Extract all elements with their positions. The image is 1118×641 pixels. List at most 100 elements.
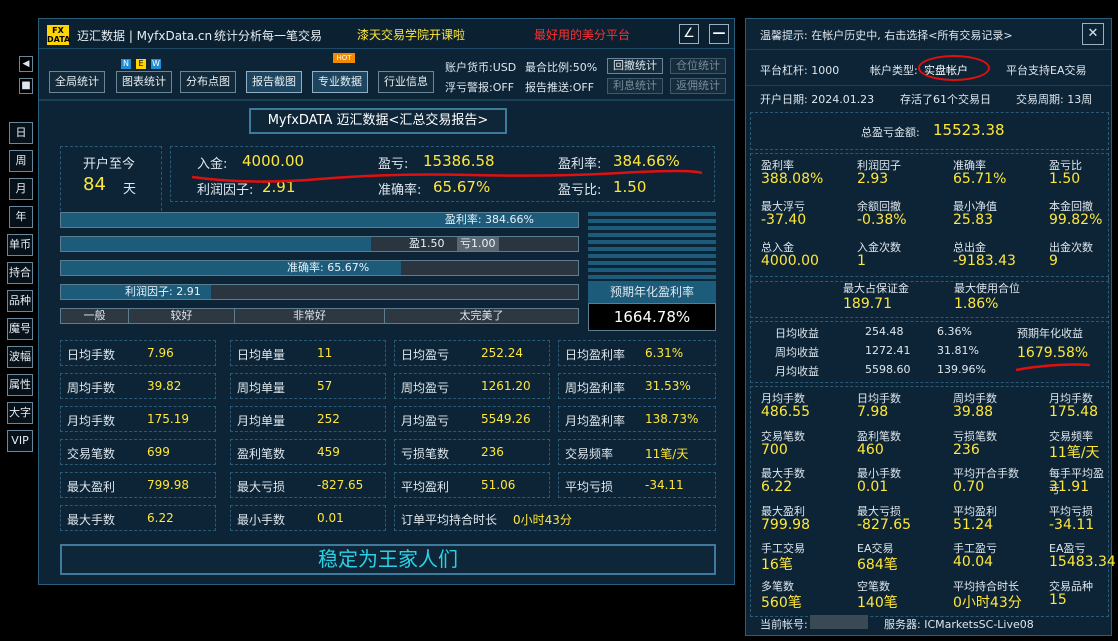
return-bar: 盈利率: 384.66% bbox=[60, 212, 579, 228]
annual-return-label: 预期年化盈利率 bbox=[588, 281, 716, 303]
nav-day[interactable]: 日 bbox=[9, 122, 33, 144]
avg-return-cell: 6.36% bbox=[937, 325, 972, 338]
report-push[interactable]: 报告推送:OFF bbox=[525, 79, 594, 95]
avg-return-cell: 5598.60 bbox=[865, 363, 911, 376]
nav-year[interactable]: 年 bbox=[9, 206, 33, 228]
right-stat-value: 460 bbox=[857, 441, 884, 458]
title-bar: FX DATA 迈汇数据 | MyfxData.cn 统计分析每一笔交易 漆天交易… bbox=[39, 19, 734, 49]
nav-attribute[interactable]: 属性 bbox=[7, 374, 33, 396]
stat-value: 31.53% bbox=[645, 379, 691, 393]
average-returns-section: 日均收益 254.48 6.36% 周均收益 1272.41 31.81% 月均收益 5598… bbox=[750, 321, 1109, 383]
current-account-label: 当前帐号: bbox=[760, 618, 808, 631]
right-stat-value: 560笔 bbox=[761, 594, 802, 611]
nav-symbol[interactable]: 单币 bbox=[7, 234, 33, 256]
stat-label: 月均手数 bbox=[67, 414, 116, 428]
avg-return-cell: 日均收益 bbox=[775, 327, 819, 340]
max-used-value: 1.86% bbox=[954, 296, 999, 312]
stat-value: -827.65 bbox=[317, 478, 364, 492]
trade-period: 交易周期: 13周 bbox=[1016, 93, 1093, 106]
chart-stats-button[interactable]: 图表统计 bbox=[116, 71, 172, 93]
right-stat-value: 236 bbox=[953, 441, 980, 458]
nav-magic[interactable]: 魔号 bbox=[7, 318, 33, 340]
since-open-label: 开户至今 bbox=[83, 157, 136, 172]
stat-label: 日均盈利率 bbox=[565, 348, 626, 362]
report-screenshot-button[interactable]: 报告截图 bbox=[246, 71, 302, 93]
stat-label: 最大手数 bbox=[67, 513, 116, 527]
stat-cell: 日均手数 7.96 bbox=[60, 340, 216, 366]
stat-value: -34.11 bbox=[645, 478, 684, 492]
since-open-box: 开户至今 84 天 bbox=[60, 146, 162, 216]
promo-platform-link[interactable]: 最好用的美分平台 bbox=[534, 26, 630, 43]
stat-value: 1261.20 bbox=[481, 379, 531, 393]
right-stat-value: 0小时43分 bbox=[953, 594, 1022, 611]
left-arrow-button[interactable]: ◀ bbox=[19, 56, 33, 72]
interest-stats-button[interactable]: 利息统计 bbox=[607, 78, 663, 94]
stat-label: 周均盈利率 bbox=[565, 381, 626, 395]
total-pl-value: 15523.38 bbox=[933, 121, 1005, 139]
right-stat-value: 16笔 bbox=[761, 557, 793, 573]
annual-return-label-right: 预期年化收益 bbox=[1017, 327, 1083, 340]
stat-label: 平均亏损 bbox=[565, 480, 614, 494]
stat-value: 57 bbox=[317, 379, 333, 393]
red-underline-right bbox=[1015, 363, 1091, 372]
nav-position[interactable]: 持合 bbox=[7, 262, 33, 284]
stat-cell: 周均手数 39.82 bbox=[60, 373, 216, 399]
right-stat-value: 39.88 bbox=[953, 404, 994, 420]
margin-label: 最大占保证金 bbox=[843, 282, 909, 295]
avg-return-cell: 139.96% bbox=[937, 363, 986, 376]
stat-value: 252.24 bbox=[481, 346, 523, 360]
red-circle-mark bbox=[918, 55, 990, 81]
distribution-button[interactable]: 分布点图 bbox=[180, 71, 236, 93]
float-alert[interactable]: 浮亏警报:OFF bbox=[445, 79, 514, 95]
right-stat-value: 7.98 bbox=[857, 404, 889, 420]
right-stat-value: -37.40 bbox=[761, 212, 807, 228]
open-date: 开户日期: 2024.01.23 bbox=[760, 93, 875, 106]
avg-return-cell: 31.81% bbox=[937, 344, 979, 357]
stored-days: 存活了61个交易日 bbox=[900, 93, 991, 106]
stat-value: 5549.26 bbox=[481, 412, 531, 426]
pf-bar: 利润因子: 2.91 bbox=[60, 284, 579, 300]
nav-week[interactable]: 周 bbox=[9, 150, 33, 172]
nav-bigfont[interactable]: 大字 bbox=[7, 402, 33, 424]
stat-label: 日均手数 bbox=[67, 348, 116, 362]
left-dot-button[interactable]: ■ bbox=[19, 78, 33, 94]
nav-month[interactable]: 月 bbox=[9, 178, 33, 200]
drawdown-stats-button[interactable]: 回撤统计 bbox=[607, 58, 663, 74]
stat-cell: 日均单量 11 bbox=[230, 340, 386, 366]
leverage: 平台杠杆: 1000 bbox=[760, 64, 840, 77]
right-stat-value: 51.24 bbox=[953, 516, 994, 533]
pro-data-button[interactable]: 专业数据 bbox=[312, 71, 368, 93]
industry-info-button[interactable]: 行业信息 bbox=[378, 71, 434, 93]
promo-academy-link[interactable]: 漆天交易学院开课啦 bbox=[357, 26, 465, 43]
loss-text: 亏1.00 bbox=[457, 237, 499, 251]
days-count: 84 bbox=[83, 174, 106, 195]
ea-support: 平台支持EA交易 bbox=[1006, 64, 1087, 77]
win-bar-fill bbox=[61, 237, 372, 251]
close-icon[interactable]: ✕ bbox=[1082, 23, 1104, 45]
stat-label: 最大盈利 bbox=[67, 480, 116, 494]
stat-cell: 日均盈利率 6.31% bbox=[558, 340, 716, 366]
stat-cell: 周均盈利率 31.53% bbox=[558, 373, 716, 399]
stat-label: 最大亏损 bbox=[237, 480, 286, 494]
pf-bar-text: 利润因子: 2.91 bbox=[125, 285, 201, 298]
pen-icon[interactable]: ∠ bbox=[679, 24, 699, 44]
nav-product[interactable]: 品种 bbox=[7, 290, 33, 312]
nav-amplitude[interactable]: 波幅 bbox=[7, 346, 33, 368]
stat-value: 699 bbox=[147, 445, 170, 459]
minimize-icon[interactable]: — bbox=[709, 24, 729, 44]
nav-vip[interactable]: VIP bbox=[7, 430, 33, 452]
right-stat-value: 15483.34 bbox=[1049, 554, 1116, 570]
stat-value: 0.01 bbox=[317, 511, 344, 525]
stat-label: 盈利笔数 bbox=[237, 447, 286, 461]
right-stat-value: 1 bbox=[857, 253, 866, 269]
level-stripes bbox=[588, 212, 716, 282]
stat-label: 日均单量 bbox=[237, 348, 286, 362]
stat-cell: 订单平均持合时长 0小时43分 bbox=[394, 505, 716, 531]
server-label: 服务器: ICMarketsSC-Live08 bbox=[884, 618, 1034, 631]
global-stats-button[interactable]: 全局统计 bbox=[49, 71, 105, 93]
max-ratio: 最合比例:50% bbox=[525, 61, 598, 74]
position-stats-button[interactable]: 仓位统计 bbox=[670, 58, 726, 74]
rebate-stats-button[interactable]: 返佣统计 bbox=[670, 78, 726, 94]
right-stat-value: -0.38% bbox=[857, 212, 907, 228]
stat-label: 交易频率 bbox=[565, 447, 614, 461]
